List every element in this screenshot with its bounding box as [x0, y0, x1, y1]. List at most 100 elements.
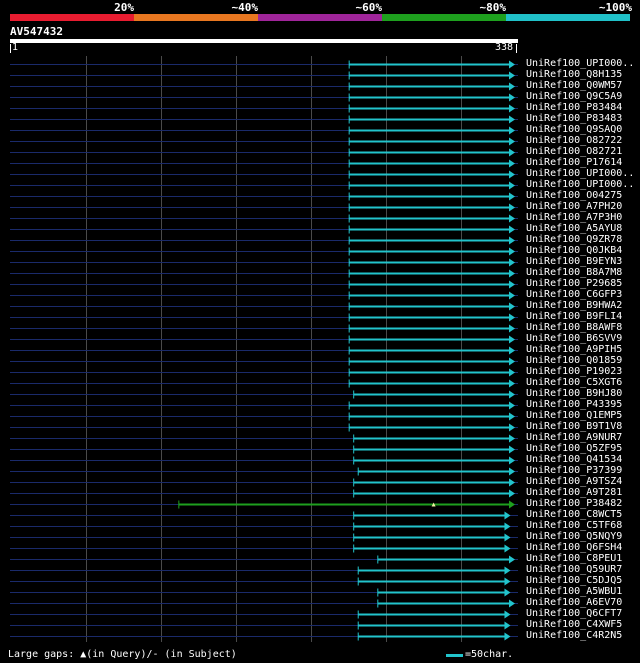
hit-end-arrow	[508, 203, 515, 212]
hit-label-link[interactable]: UniRef100_Q01859	[526, 355, 634, 366]
hit-label-link[interactable]: UniRef100_Q5NQY9	[526, 531, 634, 542]
hit-label-link[interactable]: UniRef100_C4R2N5	[526, 630, 634, 641]
hit-end-arrow	[508, 225, 515, 234]
hit-label-list: UniRef100_UPI000.. UniRef100_Q8H135 UniRef…	[526, 58, 634, 641]
scale-label: =50char.	[465, 649, 514, 660]
hit-label-link[interactable]: UniRef100_Q9C5A9	[526, 91, 634, 102]
hit-label-link[interactable]: UniRef100_O04275	[526, 190, 634, 201]
hit-end-arrow	[508, 434, 515, 443]
hit-end-arrow	[508, 137, 515, 146]
hit-label-link[interactable]: UniRef100_P37399	[526, 465, 634, 476]
hit-end-arrow	[508, 192, 515, 201]
hit-label-link[interactable]: UniRef100_B9HJ80	[526, 388, 634, 399]
hit-end-arrow	[508, 302, 515, 311]
hit-end-arrow	[504, 588, 511, 597]
hit-label-link[interactable]: UniRef100_Q8H135	[526, 69, 634, 80]
hit-label-link[interactable]: UniRef100_P17614	[526, 157, 634, 168]
hit-end-arrow	[504, 511, 511, 520]
hit-label-link[interactable]: UniRef100_Q1EMP5	[526, 410, 634, 421]
hit-end-arrow	[508, 555, 515, 564]
hit-label-link[interactable]: UniRef100_A7P3H0	[526, 212, 634, 223]
hit-end-arrow	[504, 610, 511, 619]
hit-end-arrow	[508, 82, 515, 91]
hit-end-arrow	[508, 313, 515, 322]
hit-end-arrow	[508, 423, 515, 432]
hit-end-arrow	[508, 324, 515, 333]
hit-end-arrow	[508, 104, 515, 113]
hit-label-link[interactable]: UniRef100_A9TSZ4	[526, 476, 634, 487]
hit-end-arrow	[508, 401, 515, 410]
hit-end-arrow	[508, 456, 515, 465]
hit-label-link[interactable]: UniRef100_C5DJQ5	[526, 575, 634, 586]
hit-label-link[interactable]: UniRef100_O82721	[526, 146, 634, 157]
hit-label-link[interactable]: UniRef100_Q9SAQ0	[526, 124, 634, 135]
hit-end-arrow	[508, 126, 515, 135]
hit-label-link[interactable]: UniRef100_B9FLI4	[526, 311, 634, 322]
hit-end-arrow	[504, 566, 511, 575]
hit-label-link[interactable]: UniRef100_A9PIH5	[526, 344, 634, 355]
hit-label-link[interactable]: UniRef100_Q59UR7	[526, 564, 634, 575]
hit-label-link[interactable]: UniRef100_A5WBU1	[526, 586, 634, 597]
hit-label-link[interactable]: UniRef100_P38482	[526, 498, 634, 509]
hit-end-arrow	[508, 247, 515, 256]
hit-label-link[interactable]: UniRef100_P83483	[526, 113, 634, 124]
hit-end-arrow	[508, 291, 515, 300]
hit-label-link[interactable]: UniRef100_P83484	[526, 102, 634, 113]
hit-end-arrow	[504, 533, 511, 542]
hit-end-arrow	[508, 489, 515, 498]
hit-label-link[interactable]: UniRef100_Q6CFT7	[526, 608, 634, 619]
hit-end-arrow	[508, 170, 515, 179]
hit-label-link[interactable]: UniRef100_Q41534	[526, 454, 634, 465]
hit-end-arrow	[508, 71, 515, 80]
hit-label-link[interactable]: UniRef100_P19023	[526, 366, 634, 377]
hit-end-arrow	[508, 93, 515, 102]
hit-end-arrow	[508, 357, 515, 366]
hit-label-link[interactable]: UniRef100_Q5ZF95	[526, 443, 634, 454]
hit-label-link[interactable]: UniRef100_P29685	[526, 278, 634, 289]
hit-label-link[interactable]: UniRef100_A5AYU8	[526, 223, 634, 234]
hit-label-link[interactable]: UniRef100_C8PEU1	[526, 553, 634, 564]
hit-label-link[interactable]: UniRef100_Q9ZR78	[526, 234, 634, 245]
hit-end-arrow	[508, 159, 515, 168]
hit-label-link[interactable]: UniRef100_A6EV70	[526, 597, 634, 608]
hit-label-link[interactable]: UniRef100_Q0WM57	[526, 80, 634, 91]
hit-end-arrow	[508, 115, 515, 124]
hit-label-link[interactable]: UniRef100_B8AWF8	[526, 322, 634, 333]
hit-label-link[interactable]: UniRef100_B8A7M8	[526, 267, 634, 278]
hit-label-link[interactable]: UniRef100_C5TF68	[526, 520, 634, 531]
hit-end-arrow	[508, 412, 515, 421]
hit-label-link[interactable]: UniRef100_B9T1V8	[526, 421, 634, 432]
large-gaps-legend: Large gaps: ▲(in Query)/- (in Subject)	[8, 649, 237, 660]
hit-label-link[interactable]: UniRef100_C6GFP3	[526, 289, 634, 300]
hit-end-arrow	[508, 478, 515, 487]
hit-label-link[interactable]: UniRef100_C4XWF5	[526, 619, 634, 630]
hit-end-arrow	[508, 280, 515, 289]
hit-end-arrow	[508, 269, 515, 278]
hit-label-link[interactable]: UniRef100_C8WCT5	[526, 509, 634, 520]
hit-label-link[interactable]: UniRef100_P43395	[526, 399, 634, 410]
hit-end-arrow	[508, 60, 515, 69]
hit-end-arrow	[508, 346, 515, 355]
hit-label-link[interactable]: UniRef100_Q6FSH4	[526, 542, 634, 553]
hit-label-link[interactable]: UniRef100_A9T281	[526, 487, 634, 498]
hit-end-arrow	[504, 621, 511, 630]
hit-label-link[interactable]: UniRef100_A9NUR7	[526, 432, 634, 443]
hit-label-link[interactable]: UniRef100_B6SVV9	[526, 333, 634, 344]
hit-end-arrow	[508, 379, 515, 388]
hit-end-arrow	[508, 335, 515, 344]
hit-label-link[interactable]: UniRef100_A7PH20	[526, 201, 634, 212]
hit-end-arrow	[508, 368, 515, 377]
hit-label-link[interactable]: UniRef100_UPI000..	[526, 179, 634, 190]
hit-label-link[interactable]: UniRef100_UPI000..	[526, 168, 634, 179]
hit-label-link[interactable]: UniRef100_UPI000..	[526, 58, 634, 69]
hit-label-link[interactable]: UniRef100_Q0JKB4	[526, 245, 634, 256]
hit-end-arrow	[508, 181, 515, 190]
hit-label-link[interactable]: UniRef100_O82722	[526, 135, 634, 146]
hit-end-arrow	[508, 467, 515, 476]
hit-label-link[interactable]: UniRef100_C5XGT6	[526, 377, 634, 388]
hit-label-link[interactable]: UniRef100_B9EYN3	[526, 256, 634, 267]
hit-end-arrow	[508, 599, 515, 608]
hit-label-link[interactable]: UniRef100_B9HWA2	[526, 300, 634, 311]
hit-end-arrow	[504, 544, 511, 553]
hit-end-arrow	[508, 148, 515, 157]
